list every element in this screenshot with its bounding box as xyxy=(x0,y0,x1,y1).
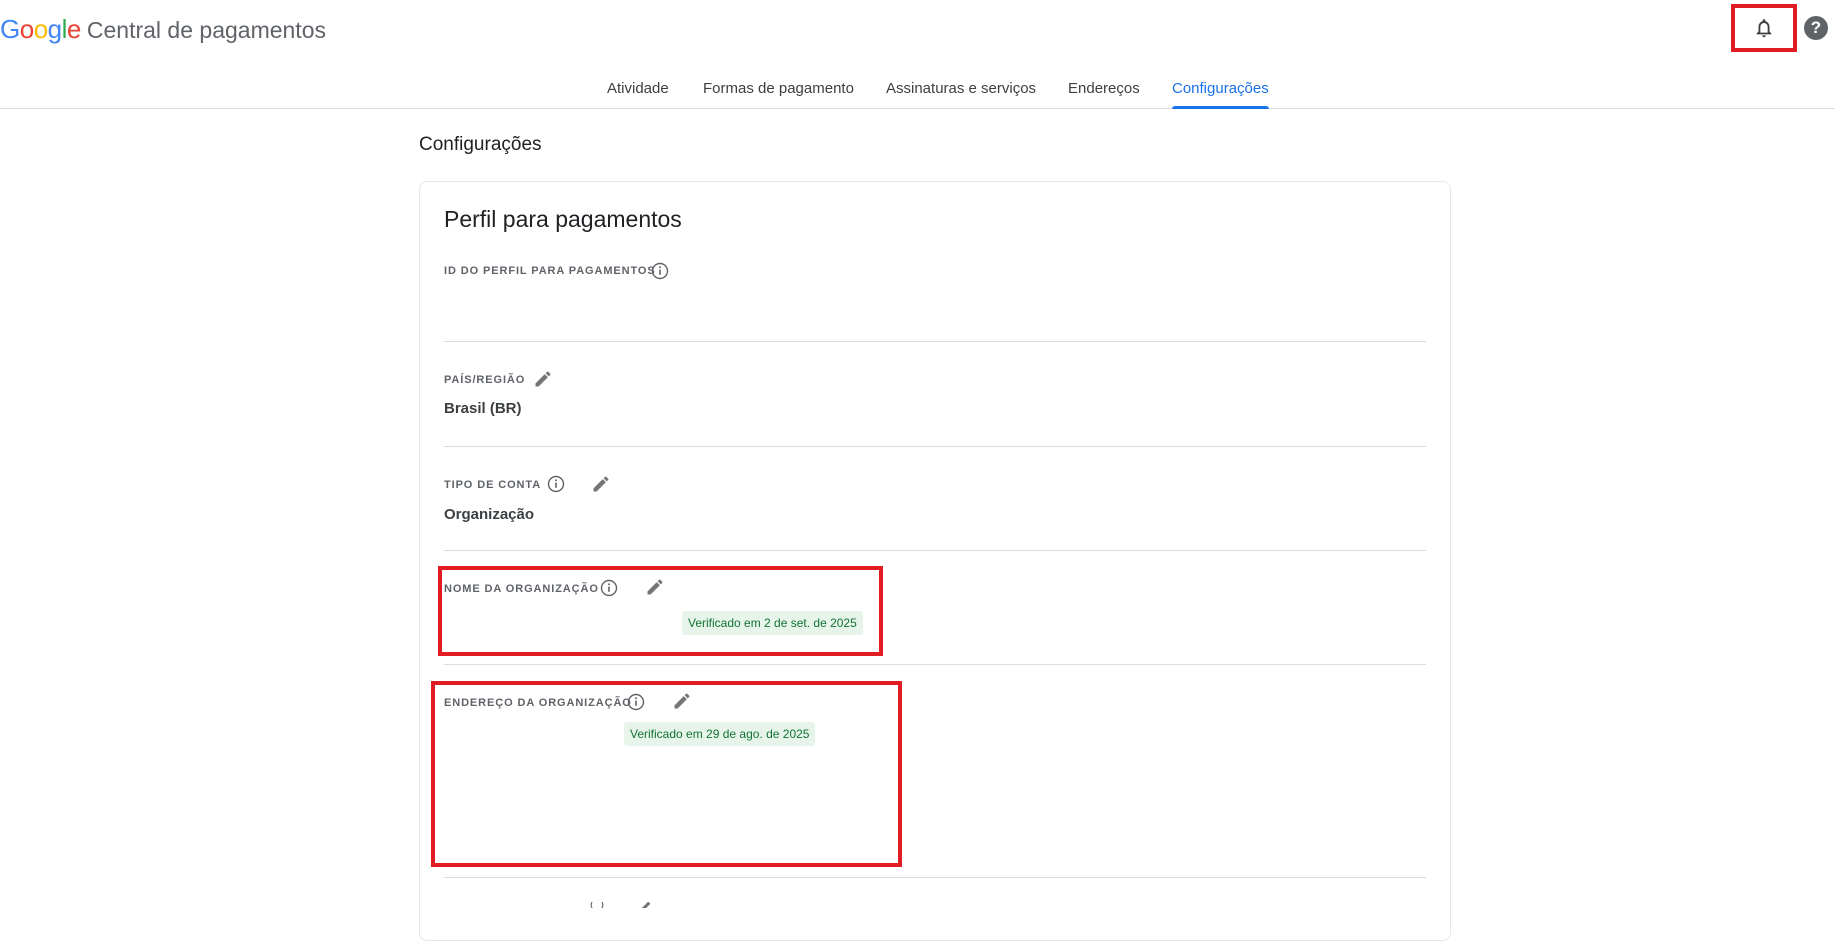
pencil-icon xyxy=(535,371,551,387)
verified-badge: Verificado em 2 de set. de 2025 xyxy=(682,611,863,635)
info-icon[interactable] xyxy=(546,474,566,494)
account-type-label: TIPO DE CONTA xyxy=(444,479,542,491)
bell-icon xyxy=(1756,19,1772,38)
notifications-button[interactable] xyxy=(1731,4,1797,52)
pencil-icon xyxy=(674,693,690,709)
tab-activity[interactable]: Atividade xyxy=(607,80,669,108)
tab-addresses[interactable]: Endereços xyxy=(1068,80,1140,108)
info-icon[interactable] xyxy=(650,261,670,281)
help-icon: ? xyxy=(1810,18,1822,37)
logo-letter: g xyxy=(47,14,62,44)
edit-org-address-button[interactable] xyxy=(671,690,693,712)
tab-label: Configurações xyxy=(1172,80,1269,97)
logo-letter: o xyxy=(33,14,48,44)
pencil-icon xyxy=(593,476,609,492)
logo-letter: o xyxy=(19,14,34,44)
divider xyxy=(444,664,1426,665)
divider xyxy=(444,877,1426,878)
account-type-value: Organização xyxy=(444,506,535,523)
org-name-label: NOME DA ORGANIZAÇÃO xyxy=(444,583,599,595)
divider xyxy=(444,446,1426,447)
info-icon[interactable] xyxy=(599,578,619,598)
country-value: Brasil (BR) xyxy=(444,400,522,417)
edit-account-type-button[interactable] xyxy=(590,473,612,495)
top-bar: Google Central de pagamentos ? xyxy=(0,0,1835,56)
pencil-icon[interactable] xyxy=(640,902,654,908)
tab-label: Atividade xyxy=(607,80,669,97)
logo-letter: G xyxy=(0,14,20,44)
divider xyxy=(444,341,1426,342)
tab-settings[interactable]: Configurações xyxy=(1172,80,1269,109)
card-title: Perfil para pagamentos xyxy=(444,206,682,232)
profile-id-label: ID DO PERFIL PARA PAGAMENTOS xyxy=(444,265,656,277)
logo-letter: e xyxy=(66,14,81,44)
info-icon[interactable] xyxy=(590,902,604,908)
google-logo[interactable]: Google Central de pagamentos xyxy=(0,14,326,45)
tab-label: Formas de pagamento xyxy=(703,80,854,97)
verified-badge: Verificado em 29 de ago. de 2025 xyxy=(624,722,816,746)
tab-label: Assinaturas e serviços xyxy=(886,80,1037,97)
edit-country-button[interactable] xyxy=(532,368,554,390)
country-label: PAÍS/REGIÃO xyxy=(444,374,526,386)
page-title: Configurações xyxy=(419,134,542,155)
tab-payment-methods[interactable]: Formas de pagamento xyxy=(703,80,854,108)
edit-org-name-button[interactable] xyxy=(644,576,666,598)
tab-bar: Atividade Formas de pagamento Assinatura… xyxy=(0,72,1835,109)
tab-subscriptions[interactable]: Assinaturas e serviços xyxy=(886,80,1036,108)
divider xyxy=(444,550,1426,551)
tab-label: Endereços xyxy=(1068,80,1140,97)
pencil-icon xyxy=(647,579,663,595)
help-button[interactable]: ? xyxy=(1804,16,1828,40)
info-icon[interactable] xyxy=(626,692,646,712)
org-address-label: ENDEREÇO DA ORGANIZAÇÃO xyxy=(444,697,632,709)
product-name: Central de pagamentos xyxy=(86,17,326,43)
